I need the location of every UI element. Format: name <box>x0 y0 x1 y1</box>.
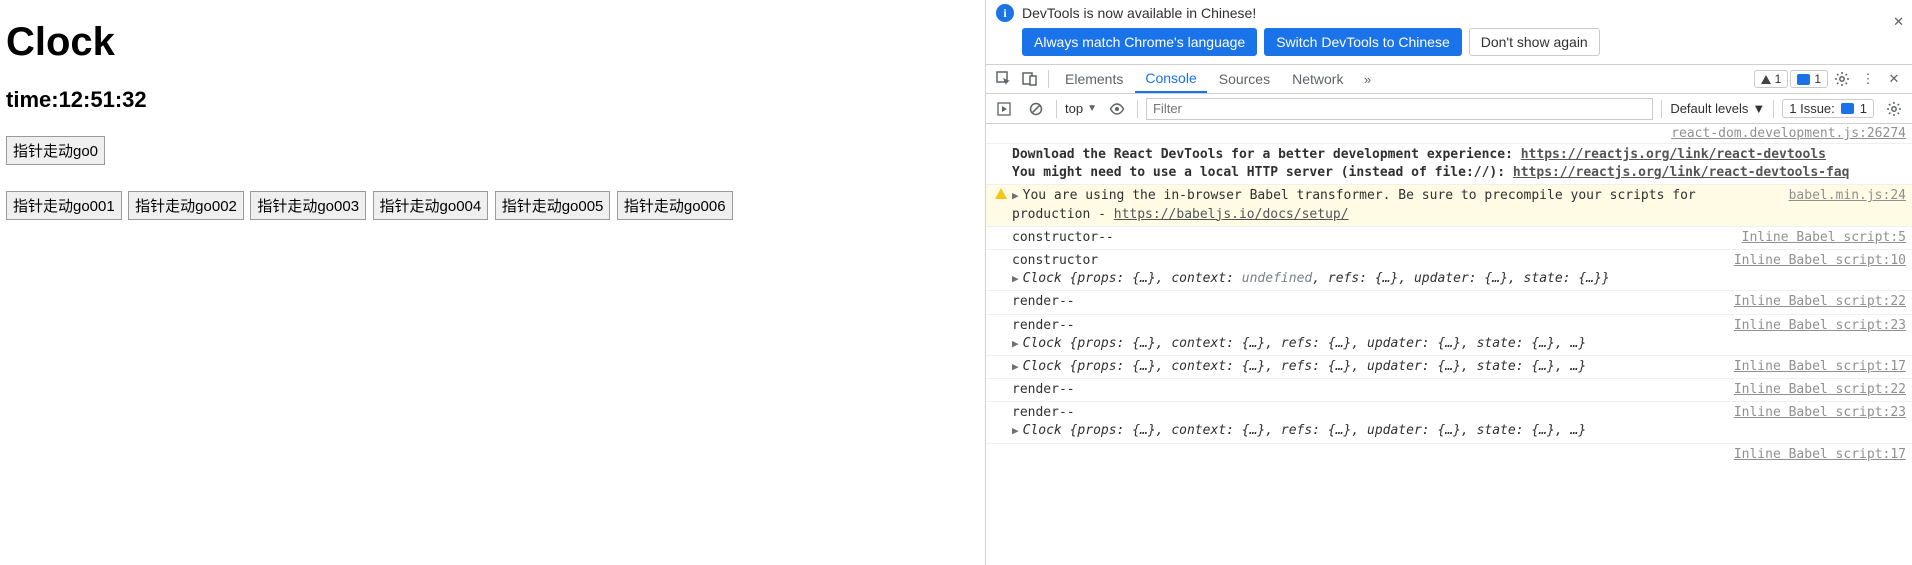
console-message: Download the React DevTools for a better… <box>986 144 1912 185</box>
message-link[interactable]: https://reactjs.org/link/react-devtools <box>1521 147 1826 162</box>
message-link[interactable]: https://reactjs.org/link/react-devtools-… <box>1513 165 1850 180</box>
log-text: constructor <box>1012 253 1098 268</box>
devtools-tabs-bar: Elements Console Sources Network » 1 1 ⋮… <box>986 64 1912 94</box>
live-expression-eye-icon[interactable] <box>1105 97 1129 121</box>
warning-triangle-icon <box>995 188 1007 199</box>
kebab-menu-icon[interactable]: ⋮ <box>1856 67 1880 91</box>
disclosure-triangle-icon[interactable]: ▶ <box>1012 271 1019 286</box>
close-devtools-icon[interactable]: ✕ <box>1882 67 1906 91</box>
tab-network[interactable]: Network <box>1282 65 1353 93</box>
undefined-value: undefined <box>1242 271 1312 286</box>
console-message: constructor-- Inline Babel script:5 <box>986 227 1912 250</box>
message-source-link[interactable]: react-dom.development.js:26274 <box>986 124 1912 144</box>
console-message: render-- ▶ Clock {props: {…}, context: {…… <box>986 402 1912 443</box>
rendered-page: Clock time:12:51:32 指针走动go0 指针走动go001 指针… <box>0 0 985 565</box>
go004-button[interactable]: 指针走动go004 <box>373 191 489 220</box>
tab-sources[interactable]: Sources <box>1209 65 1280 93</box>
infobar-message: DevTools is now available in Chinese! <box>1022 5 1256 21</box>
caret-down-icon: ▼ <box>1752 101 1765 116</box>
disclosure-triangle-icon[interactable]: ▶ <box>1012 336 1019 351</box>
more-tabs-icon[interactable]: » <box>1355 67 1379 91</box>
console-filter-bar: top ▼ Default levels ▼ 1 Issue: 1 <box>986 94 1912 124</box>
page-title: Clock <box>6 20 979 65</box>
tab-elements[interactable]: Elements <box>1055 65 1133 93</box>
console-message: Inline Babel script:17 <box>986 444 1912 466</box>
button-row-1: 指针走动go0 <box>6 133 979 168</box>
message-source-link[interactable]: Inline Babel script:22 <box>1734 293 1906 311</box>
console-message: ▶ Clock {props: {…}, context: {…}, refs: … <box>986 356 1912 379</box>
run-icon[interactable] <box>992 97 1016 121</box>
console-message: render-- ▶ Clock {props: {…}, context: {…… <box>986 315 1912 356</box>
log-text: render-- <box>1012 382 1075 397</box>
caret-down-icon: ▼ <box>1087 103 1097 114</box>
go003-button[interactable]: 指针走动go003 <box>250 191 366 220</box>
time-value: 12:51:32 <box>59 87 147 112</box>
console-warning-message: ▶You are using the in-browser Babel tran… <box>986 185 1912 226</box>
device-toolbar-icon[interactable] <box>1018 67 1042 91</box>
log-levels-selector[interactable]: Default levels ▼ <box>1670 101 1765 116</box>
filter-input[interactable] <box>1146 98 1653 120</box>
message-source-link[interactable]: Inline Babel script:22 <box>1734 381 1906 399</box>
warnings-count: 1 <box>1775 72 1782 86</box>
message-source-link[interactable]: Inline Babel script:5 <box>1742 229 1906 247</box>
context-selector[interactable]: top ▼ <box>1065 101 1097 116</box>
message-source-link[interactable]: babel.min.js:24 <box>1789 187 1906 205</box>
always-match-language-button[interactable]: Always match Chrome's language <box>1022 28 1257 56</box>
warnings-badge[interactable]: 1 <box>1754 70 1789 88</box>
go002-button[interactable]: 指针走动go002 <box>128 191 244 220</box>
message-source-link[interactable]: Inline Babel script:17 <box>1734 358 1906 376</box>
inspect-element-icon[interactable] <box>992 67 1016 91</box>
issue-icon <box>1797 74 1810 85</box>
close-infobar-icon[interactable]: ✕ <box>1893 14 1904 30</box>
log-text: render-- <box>1012 405 1075 420</box>
object-preview[interactable]: Clock {props: {…}, context: <box>1023 271 1242 286</box>
go006-button[interactable]: 指针走动go006 <box>617 191 733 220</box>
console-message: render-- Inline Babel script:22 <box>986 379 1912 402</box>
issues-filter-label: 1 Issue: <box>1789 101 1835 116</box>
console-message: render-- Inline Babel script:22 <box>986 291 1912 314</box>
message-source-link[interactable]: Inline Babel script:23 <box>1734 404 1906 422</box>
disclosure-triangle-icon[interactable]: ▶ <box>1012 423 1019 438</box>
time-display: time:12:51:32 <box>6 87 979 113</box>
message-text: You might need to use a local HTTP serve… <box>1012 165 1513 180</box>
log-text: constructor-- <box>1012 230 1114 245</box>
disclosure-triangle-icon[interactable]: ▶ <box>1012 359 1019 374</box>
context-value: top <box>1065 101 1083 116</box>
info-icon: i <box>996 4 1014 22</box>
message-source-link[interactable]: Inline Babel script:23 <box>1734 317 1906 335</box>
switch-to-chinese-button[interactable]: Switch DevTools to Chinese <box>1264 28 1462 56</box>
issues-filter-badge[interactable]: 1 Issue: 1 <box>1782 99 1874 118</box>
issues-badge[interactable]: 1 <box>1790 70 1828 88</box>
devtools-infobar: i DevTools is now available in Chinese! … <box>986 0 1912 64</box>
disclosure-triangle-icon[interactable]: ▶ <box>1012 188 1019 203</box>
button-row-2: 指针走动go001 指针走动go002 指针走动go003 指针走动go004 … <box>6 188 979 223</box>
issues-count: 1 <box>1814 72 1821 86</box>
go0-button[interactable]: 指针走动go0 <box>6 136 105 165</box>
message-link[interactable]: https://babeljs.io/docs/setup/ <box>1114 207 1349 222</box>
log-text: render-- <box>1012 318 1075 333</box>
message-source-link[interactable]: Inline Babel script:10 <box>1734 252 1906 270</box>
console-output[interactable]: react-dom.development.js:26274 Download … <box>986 124 1912 565</box>
console-message: constructor ▶ Clock {props: {…}, context:… <box>986 250 1912 291</box>
clear-console-icon[interactable] <box>1024 97 1048 121</box>
log-text: render-- <box>1012 294 1075 309</box>
warning-triangle-icon <box>1761 75 1771 84</box>
levels-label: Default levels <box>1670 101 1748 116</box>
go005-button[interactable]: 指针走动go005 <box>495 191 611 220</box>
message-source-link[interactable]: Inline Babel script:17 <box>1734 446 1906 464</box>
dont-show-again-button[interactable]: Don't show again <box>1469 28 1600 56</box>
issues-filter-count: 1 <box>1860 101 1867 116</box>
settings-gear-icon[interactable] <box>1830 67 1854 91</box>
go001-button[interactable]: 指针走动go001 <box>6 191 122 220</box>
issue-icon <box>1841 103 1854 114</box>
console-settings-gear-icon[interactable] <box>1882 97 1906 121</box>
message-text: Download the React DevTools for a better… <box>1012 147 1521 162</box>
object-preview[interactable]: Clock {props: {…}, context: {…}, refs: {… <box>1023 423 1587 438</box>
object-preview[interactable]: Clock {props: {…}, context: {…}, refs: {… <box>1023 336 1587 351</box>
tab-console[interactable]: Console <box>1135 65 1206 93</box>
object-preview[interactable]: , refs: {…}, updater: {…}, state: {…}} <box>1312 271 1609 286</box>
time-label: time: <box>6 87 59 112</box>
devtools-panel: i DevTools is now available in Chinese! … <box>985 0 1912 565</box>
object-preview[interactable]: Clock {props: {…}, context: {…}, refs: {… <box>1023 359 1587 374</box>
